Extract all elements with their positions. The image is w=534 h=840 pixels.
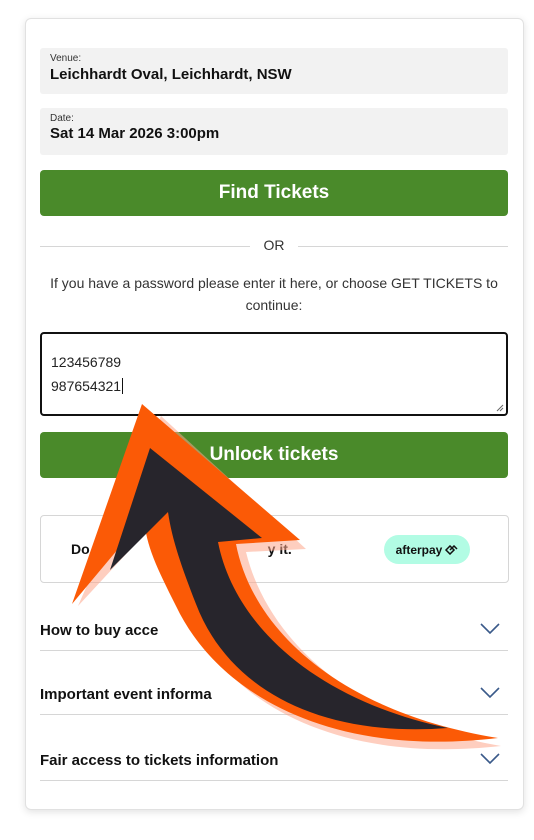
divider-line-right <box>298 246 508 247</box>
chevron-down-icon <box>480 623 500 635</box>
afterpay-banner: Do y it. afterpay <box>40 515 509 583</box>
password-textarea[interactable]: 123456789 987654321 <box>40 332 508 416</box>
password-line-1: 123456789 <box>51 354 122 370</box>
afterpay-arrows-icon <box>445 544 458 555</box>
accordion-title: How to buy acce <box>40 622 159 639</box>
afterpay-logo-text: afterpay <box>395 542 443 557</box>
afterpay-message: Do y it. <box>71 541 292 557</box>
resize-handle-icon[interactable] <box>496 404 504 412</box>
afterpay-message-start: Do <box>71 541 90 557</box>
chevron-down-icon <box>480 753 500 765</box>
password-line-2-text: 987654321 <box>51 378 122 394</box>
password-instructions: If you have a password please enter it h… <box>50 275 498 313</box>
afterpay-logo: afterpay <box>384 535 470 564</box>
or-divider: OR <box>40 236 508 256</box>
date-label: Date: <box>50 113 74 124</box>
accordion-fair-access[interactable]: Fair access to tickets information <box>40 744 508 781</box>
unlock-tickets-button[interactable]: Unlock tickets <box>40 432 508 478</box>
accordion-title: Fair access to tickets information <box>40 752 279 769</box>
accordion-title: Important event informa <box>40 686 212 703</box>
date-field: Date: Sat 14 Mar 2026 3:00pm <box>40 108 508 155</box>
password-line-2: 987654321 <box>51 378 124 394</box>
find-tickets-button[interactable]: Find Tickets <box>40 170 508 216</box>
chevron-down-icon <box>480 687 500 699</box>
accordion-important-event-info[interactable]: Important event informa <box>40 678 508 715</box>
or-text: OR <box>263 237 285 253</box>
venue-field: Venue: Leichhardt Oval, Leichhardt, NSW <box>40 48 508 94</box>
text-caret <box>122 378 124 394</box>
accordion-how-to-buy[interactable]: How to buy acce <box>40 614 508 651</box>
afterpay-message-end: y it. <box>267 541 292 557</box>
date-value: Sat 14 Mar 2026 3:00pm <box>50 125 220 142</box>
venue-label: Venue: <box>50 53 82 64</box>
venue-value: Leichhardt Oval, Leichhardt, NSW <box>50 66 292 83</box>
wheelchair-icon <box>263 620 277 638</box>
